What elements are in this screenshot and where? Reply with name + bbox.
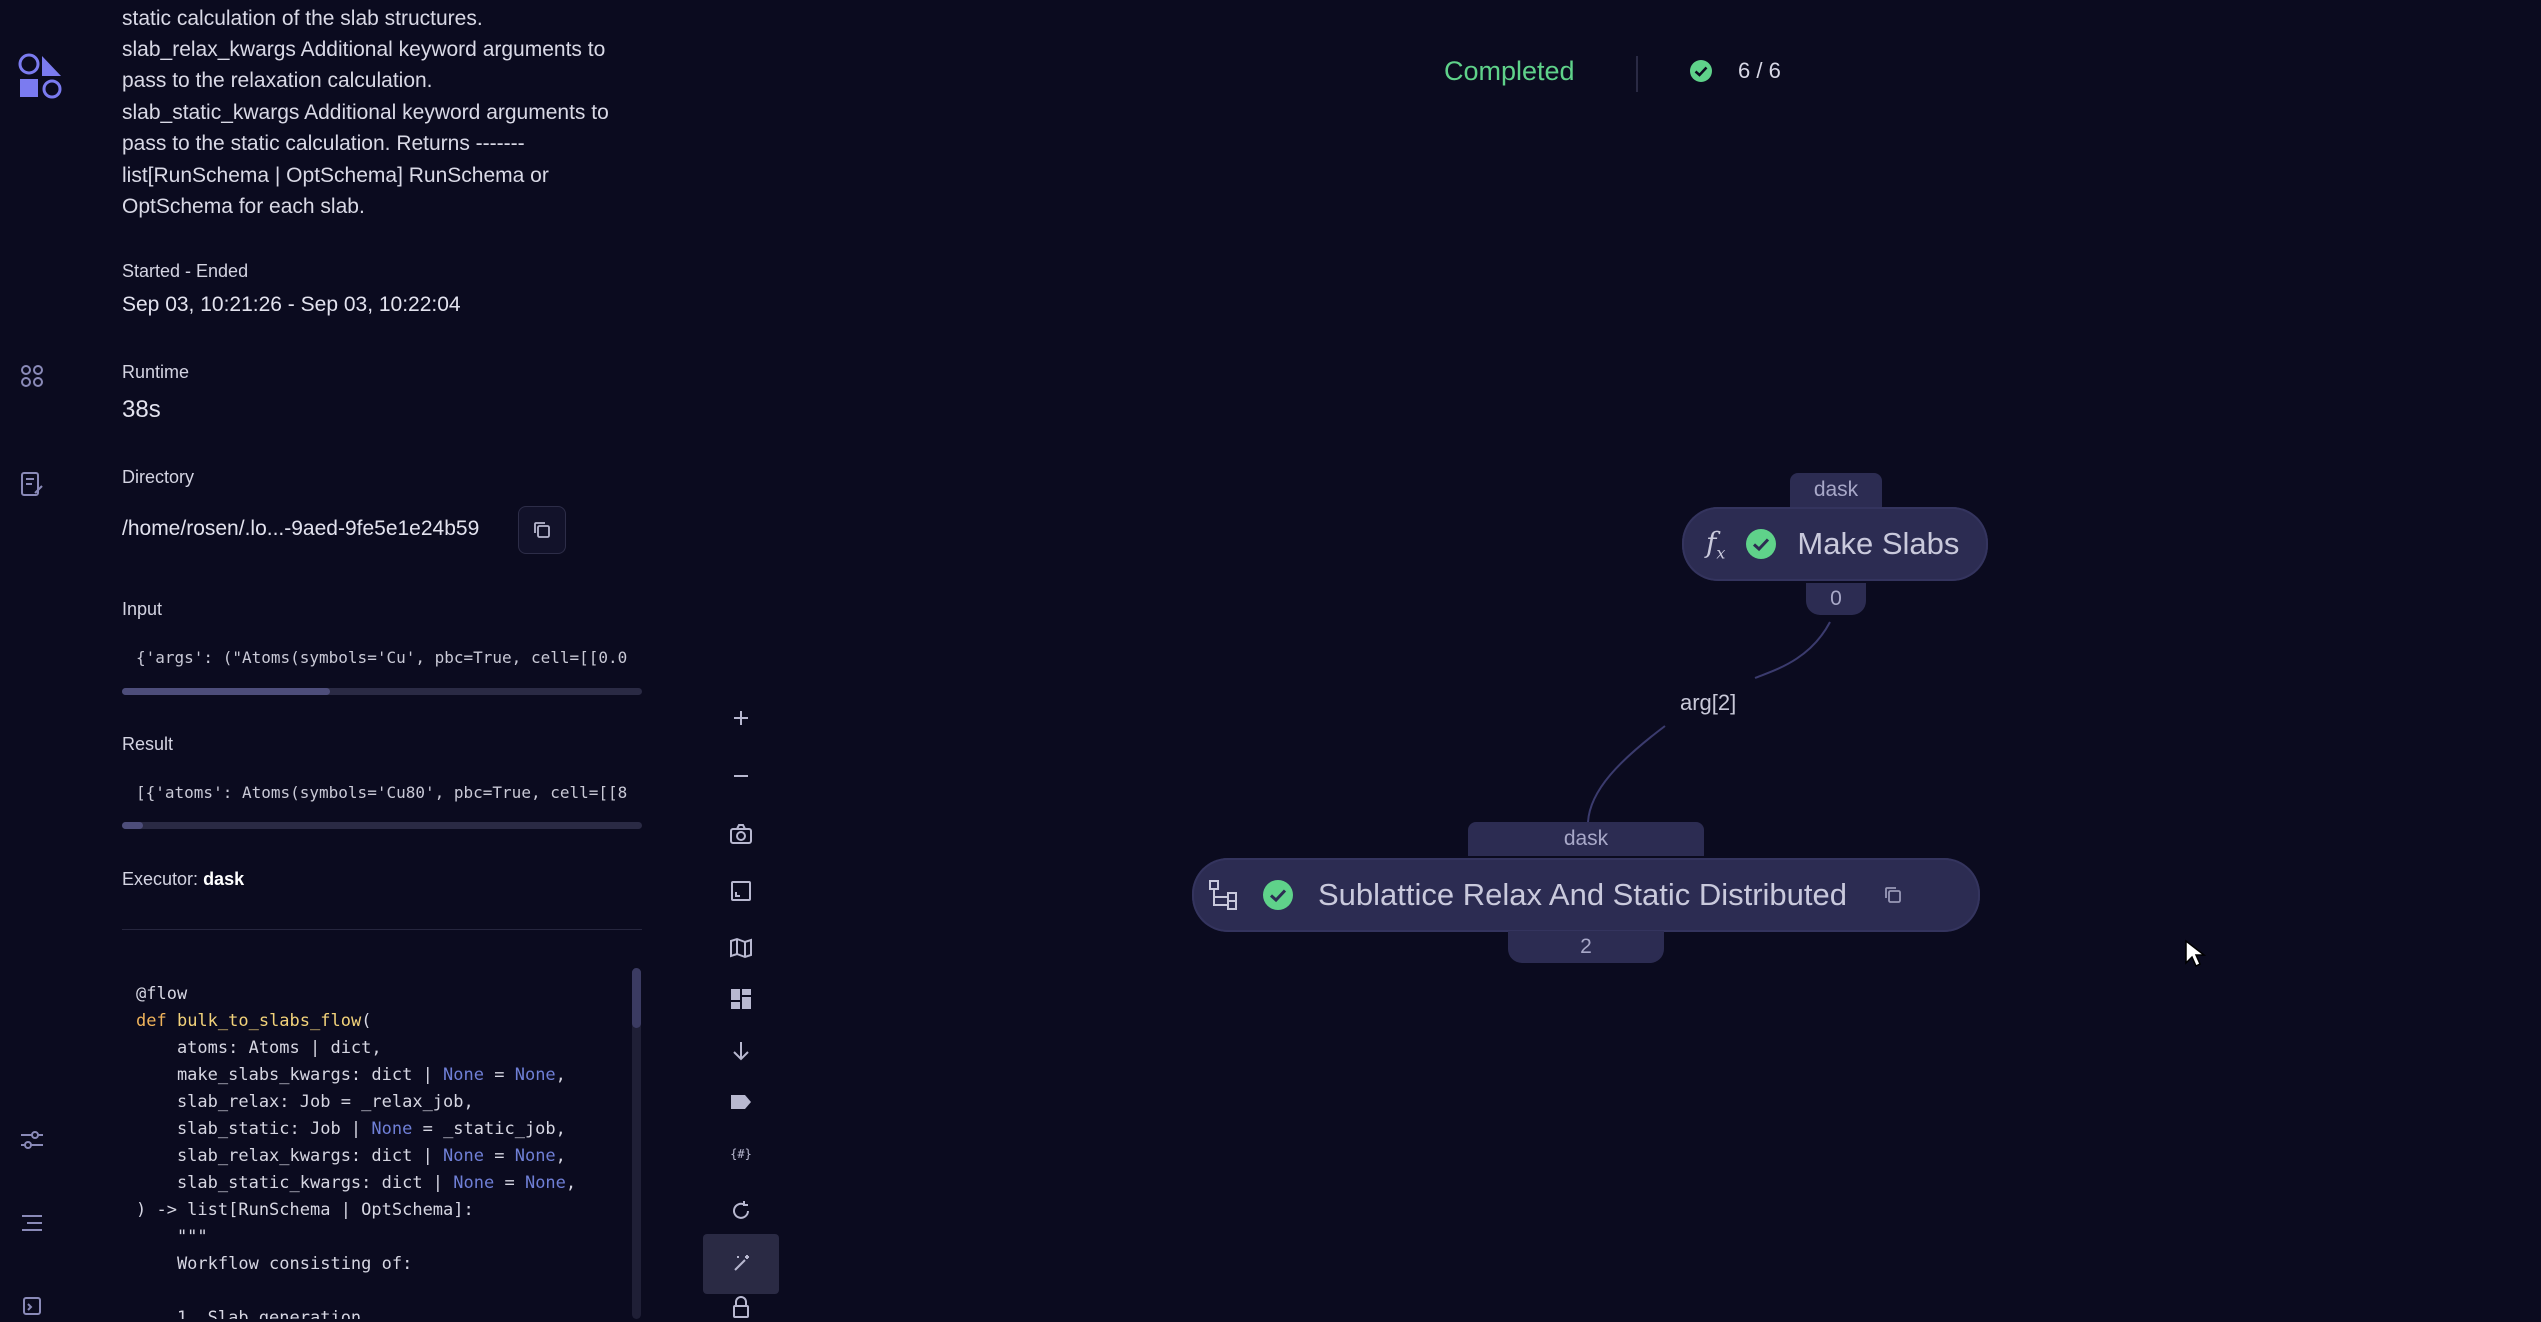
code-line: def bulk_to_slabs_flow( — [136, 1011, 372, 1031]
code-line: slab_relax_kwargs: dict | None = None, — [136, 1146, 566, 1166]
source-code-block[interactable]: @flow def bulk_to_slabs_flow( atoms: Ato… — [122, 962, 642, 1319]
parameters-button[interactable]: {#} — [703, 1126, 779, 1182]
label-icon — [731, 1095, 751, 1109]
check-circle-icon — [1746, 529, 1777, 559]
divider — [122, 929, 642, 930]
started-ended-value: Sep 03, 10:21:26 - Sep 03, 10:22:04 — [122, 293, 461, 316]
description-line: static calculation of the slab structure… — [122, 7, 483, 30]
code-line: ) -> list[RunSchema | OptSchema]: — [136, 1200, 474, 1220]
code-scrollbar-thumb[interactable] — [632, 968, 641, 1028]
code-line: @flow — [136, 984, 188, 1004]
nav-rail — [0, 0, 82, 1319]
screenshot-button[interactable] — [703, 806, 779, 862]
directory-label: Directory — [122, 467, 195, 487]
lock-icon — [733, 1296, 749, 1318]
input-scrollbar[interactable] — [122, 688, 642, 695]
code-line: slab_relax: Job = _relax_job, — [136, 1092, 474, 1112]
description-line: slab_relax_kwargs Additional keyword arg… — [122, 38, 606, 61]
code-line: slab_static_kwargs: dict | None = None, — [136, 1173, 577, 1193]
refresh-button[interactable] — [703, 1183, 779, 1239]
description-line: slab_static_kwargs Additional keyword ar… — [122, 101, 609, 124]
code-line: """ — [136, 1227, 208, 1247]
highlight-button[interactable] — [703, 1234, 779, 1294]
result-scrollbar-thumb[interactable] — [122, 822, 143, 829]
status-divider — [1636, 56, 1638, 92]
arrange-down-button[interactable] — [703, 1023, 779, 1079]
directory-value: /home/rosen/.lo...-9aed-9fe5e1e24b59 — [122, 517, 480, 540]
plus-icon — [734, 711, 748, 725]
description-line: OptSchema for each slab. — [122, 195, 365, 218]
result-label: Result — [122, 734, 174, 754]
dashboard-icon — [731, 989, 751, 1009]
labels-button[interactable] — [703, 1074, 779, 1130]
menu-list-icon[interactable] — [16, 1207, 48, 1239]
check-circle-icon — [1263, 880, 1293, 910]
executor-row: Executor: dask — [122, 869, 244, 890]
fit-view-icon — [731, 881, 751, 901]
started-ended-label: Started - Ended — [122, 261, 249, 281]
code-line: slab_static: Job | None = _static_job, — [136, 1119, 566, 1139]
copy-directory-button[interactable] — [518, 506, 566, 554]
node-id-tag: 0 — [1806, 583, 1866, 615]
zoom-out-button[interactable] — [703, 748, 779, 804]
logs-icon[interactable] — [16, 469, 48, 501]
node-executor-tag: dask — [1468, 822, 1704, 856]
input-value: {'args': ("Atoms(symbols='Cu', pbc=True,… — [136, 648, 628, 667]
executor-label: Executor: — [122, 869, 199, 889]
parameters-icon: {#} — [730, 1147, 752, 1161]
description-line: pass to the relaxation calculation. — [122, 69, 433, 92]
description-line: list[RunSchema | OptSchema] RunSchema or — [122, 164, 549, 187]
lock-button[interactable] — [703, 1296, 779, 1319]
edge-label: arg[2] — [1680, 690, 1737, 715]
camera-icon — [730, 824, 752, 844]
terminal-icon[interactable] — [16, 1290, 48, 1322]
completed-count: 6 / 6 — [1738, 58, 1781, 83]
settings-sliders-icon[interactable] — [16, 1124, 48, 1156]
graph-node-sublattice-relax[interactable]: Sublattice Relax And Static Distributed — [1192, 858, 1980, 932]
code-line: 1. Slab generation — [136, 1308, 362, 1319]
code-line: make_slabs_kwargs: dict | None = None, — [136, 1065, 566, 1085]
magic-wand-icon — [734, 1255, 749, 1271]
runtime-value: 38s — [122, 396, 161, 423]
description-line: pass to the static calculation. Returns … — [122, 132, 525, 155]
code-line: Workflow consisting of: — [136, 1254, 413, 1274]
graph-toolbar: {#} — [703, 690, 779, 1319]
function-icon: fx — [1706, 525, 1726, 563]
map-icon — [730, 937, 752, 959]
fit-view-button[interactable] — [703, 863, 779, 919]
arrow-down-icon — [733, 1042, 749, 1061]
input-label: Input — [122, 599, 163, 619]
runtime-label: Runtime — [122, 362, 190, 382]
layout-button[interactable] — [703, 971, 779, 1027]
details-panel: static calculation of the slab structure… — [82, 0, 682, 1319]
minus-icon — [734, 775, 748, 777]
copy-icon[interactable] — [1883, 885, 1903, 905]
graph-node-make-slabs[interactable]: fx Make Slabs — [1682, 507, 1988, 581]
mouse-cursor-icon — [2185, 939, 2206, 968]
sublattice-icon — [1209, 880, 1237, 910]
executor-value: dask — [203, 869, 245, 889]
logo-icon[interactable] — [18, 52, 64, 102]
result-value: [{'atoms': Atoms(symbols='Cu80', pbc=Tru… — [136, 783, 628, 802]
copy-icon — [534, 522, 550, 538]
graph-edge — [1587, 621, 1831, 823]
node-title: Make Slabs — [1797, 526, 1960, 561]
result-scrollbar[interactable] — [122, 822, 642, 829]
input-scrollbar-thumb[interactable] — [122, 688, 330, 695]
dispatch-list-icon[interactable] — [16, 360, 48, 392]
zoom-in-button[interactable] — [703, 690, 779, 746]
code-scrollbar[interactable] — [632, 968, 641, 1319]
code-line: atoms: Atoms | dict, — [136, 1038, 382, 1058]
node-id-tag: 2 — [1508, 931, 1664, 963]
svg-text:{#}: {#} — [730, 1147, 752, 1161]
dispatch-status: Completed — [1444, 56, 1575, 86]
node-executor-tag: dask — [1790, 473, 1882, 507]
minimap-button[interactable] — [703, 920, 779, 976]
check-circle-icon — [1690, 60, 1712, 82]
node-title: Sublattice Relax And Static Distributed — [1318, 877, 1847, 912]
refresh-icon — [733, 1201, 749, 1219]
